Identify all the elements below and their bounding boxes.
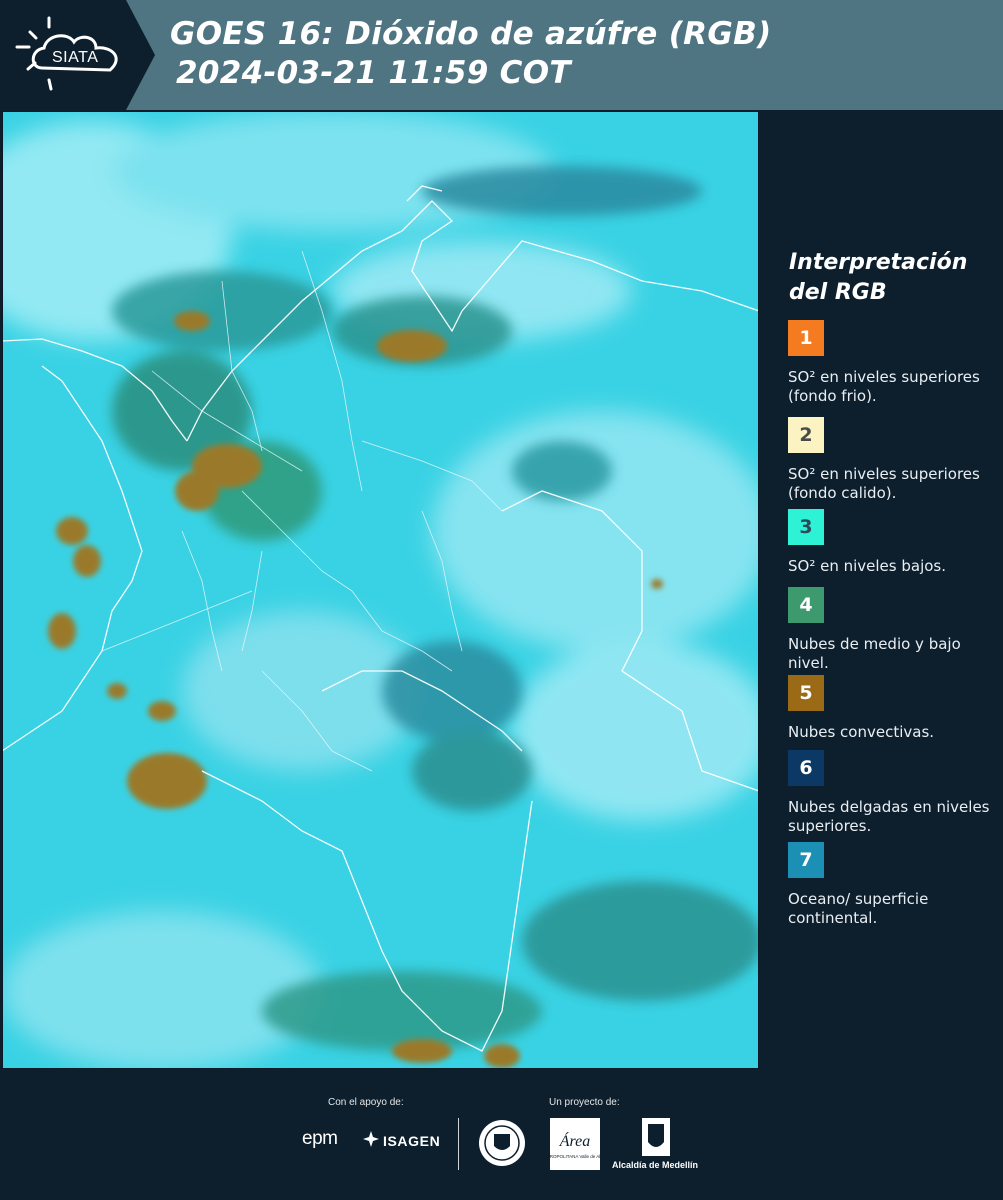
legend-swatch-6: 6 (788, 750, 824, 786)
legend-swatch-3: 3 (788, 509, 824, 545)
legend-swatch-7: 7 (788, 842, 824, 878)
satellite-map[interactable] (2, 111, 759, 1069)
title-line-1: GOES 16: Dióxido de azúfre (RGB) (170, 16, 772, 52)
legend-swatch-4: 4 (788, 587, 824, 623)
epm-logo: epm (302, 1128, 338, 1149)
isagen-icon (363, 1131, 379, 1147)
title-line-2: 2024-03-21 11:59 COT (176, 55, 571, 91)
legend-item-4: 4 Nubes de medio y bajo nivel. (788, 587, 993, 673)
isagen-logo: ISAGEN (383, 1133, 441, 1149)
svg-text:Área: Área (559, 1131, 591, 1150)
siata-logo: SIATA (0, 0, 155, 110)
legend-title: Interpretación del RGB (789, 250, 968, 305)
map-image (2, 111, 759, 1069)
legend-swatch-5: 5 (788, 675, 824, 711)
legend-label-7: Oceano/ superficie continental. (788, 890, 929, 927)
legend-swatch-1: 1 (788, 320, 824, 356)
area-metropolitana-logo: Área METROPOLITANA Valle de Aburrá (550, 1118, 600, 1170)
legend-item-3: 3 SO² en niveles bajos. (788, 509, 993, 576)
footer-bar: Con el apoyo de: Un proyecto de: epm ISA… (0, 1070, 1003, 1200)
legend-label-4: Nubes de medio y bajo nivel. (788, 635, 961, 672)
support-label: Con el apoyo de: (328, 1097, 404, 1108)
alcaldia-shield-icon (642, 1118, 670, 1156)
header-bar: SIATA GOES 16: Dióxido de azúfre (RGB) 2… (0, 0, 1003, 110)
legend-label-5: Nubes convectivas. (788, 723, 935, 741)
legend-item-6: 6 Nubes delgadas en niveles superiores. (788, 750, 993, 836)
legend-item-1: 1 SO² en niveles superiores (fondo frio)… (788, 320, 993, 406)
project-label: Un proyecto de: (549, 1097, 620, 1108)
legend-label-6: Nubes delgadas en niveles superiores. (788, 798, 990, 835)
legend-item-5: 5 Nubes convectivas. (788, 675, 993, 742)
legend-item-7: 7 Oceano/ superficie continental. (788, 842, 993, 928)
svg-text:METROPOLITANA Valle de Aburrá: METROPOLITANA Valle de Aburrá (550, 1154, 600, 1159)
legend-label-3: SO² en niveles bajos. (788, 557, 947, 575)
legend-swatch-2: 2 (788, 417, 824, 453)
legend-label-1: SO² en niveles superiores (fondo frio). (788, 368, 980, 405)
logo-text: SIATA (52, 49, 98, 66)
legend-item-2: 2 SO² en niveles superiores (fondo calid… (788, 417, 993, 503)
footer-divider (458, 1118, 459, 1170)
medellin-seal-icon (479, 1120, 525, 1166)
legend-label-2: SO² en niveles superiores (fondo calido)… (788, 465, 980, 502)
alcaldia-text: Alcaldía de Medellín (612, 1160, 699, 1170)
legend-panel: Interpretación del RGB 1 SO² en niveles … (760, 110, 1003, 1070)
